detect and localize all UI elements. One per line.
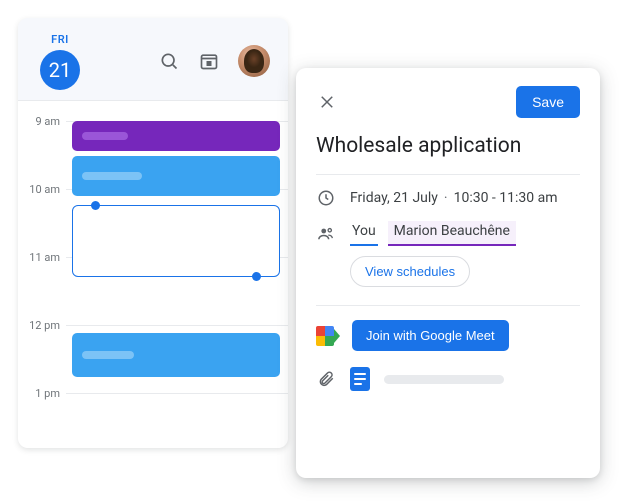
dot-separator: ·	[444, 190, 448, 206]
people-icon	[316, 225, 336, 243]
event-title-placeholder	[82, 172, 142, 180]
time-label: 1 pm	[18, 387, 60, 400]
event-block-new[interactable]	[72, 205, 280, 277]
resize-handle-top[interactable]	[91, 201, 100, 210]
hour-line	[66, 393, 288, 394]
avatar[interactable]	[238, 45, 270, 77]
time-label: 12 pm	[18, 319, 60, 332]
event-block-blue-1[interactable]	[72, 156, 280, 196]
event-title[interactable]: Wholesale application	[316, 134, 580, 158]
google-doc-icon[interactable]	[350, 367, 370, 391]
event-time-row[interactable]: Friday, 21 July · 10:30 - 11:30 am	[316, 189, 580, 207]
today-icon[interactable]	[198, 50, 220, 72]
meet-row: Join with Google Meet	[316, 320, 580, 351]
calendar-date[interactable]: FRI 21	[40, 33, 80, 90]
save-button[interactable]: Save	[516, 86, 580, 118]
calendar-header-actions	[158, 45, 274, 77]
close-icon[interactable]	[316, 91, 338, 113]
calendar-panel: FRI 21 9 am 10 am 11 am 12 pm 1 pm	[18, 18, 288, 448]
event-title-placeholder	[82, 351, 134, 359]
resize-handle-bottom[interactable]	[252, 272, 261, 281]
search-icon[interactable]	[158, 50, 180, 72]
event-time: 10:30 - 11:30 am	[454, 190, 558, 206]
event-title-placeholder	[82, 132, 128, 140]
event-detail-panel: Save Wholesale application Friday, 21 Ju…	[296, 68, 600, 478]
event-block-purple[interactable]	[72, 121, 280, 151]
time-label: 11 am	[18, 251, 60, 264]
detail-top-bar: Save	[316, 86, 580, 118]
event-datetime: Friday, 21 July · 10:30 - 11:30 am	[350, 190, 558, 206]
guests-row: You Marion Beauchêne	[316, 221, 580, 246]
time-label: 10 am	[18, 183, 60, 196]
calendar-grid[interactable]: 9 am 10 am 11 am 12 pm 1 pm	[18, 100, 288, 448]
time-label: 9 am	[18, 115, 60, 128]
guest-chip-you[interactable]: You	[350, 221, 378, 246]
event-date: Friday, 21 July	[350, 190, 438, 206]
attachment-name-placeholder	[384, 375, 504, 384]
join-meet-button[interactable]: Join with Google Meet	[352, 320, 509, 351]
guest-chip-other[interactable]: Marion Beauchêne	[388, 221, 516, 246]
google-meet-icon	[316, 326, 340, 346]
attachment-icon[interactable]	[316, 369, 336, 389]
divider	[316, 174, 580, 175]
event-block-blue-2[interactable]	[72, 333, 280, 377]
calendar-day-name: FRI	[51, 33, 69, 46]
guest-chips: You Marion Beauchêne	[350, 221, 516, 246]
calendar-day-number: 21	[40, 50, 80, 90]
hour-line	[66, 325, 288, 326]
attachment-row	[316, 367, 580, 391]
divider	[316, 305, 580, 306]
view-schedules-button[interactable]: View schedules	[350, 256, 470, 287]
clock-icon	[316, 189, 336, 207]
calendar-header: FRI 21	[18, 18, 288, 100]
